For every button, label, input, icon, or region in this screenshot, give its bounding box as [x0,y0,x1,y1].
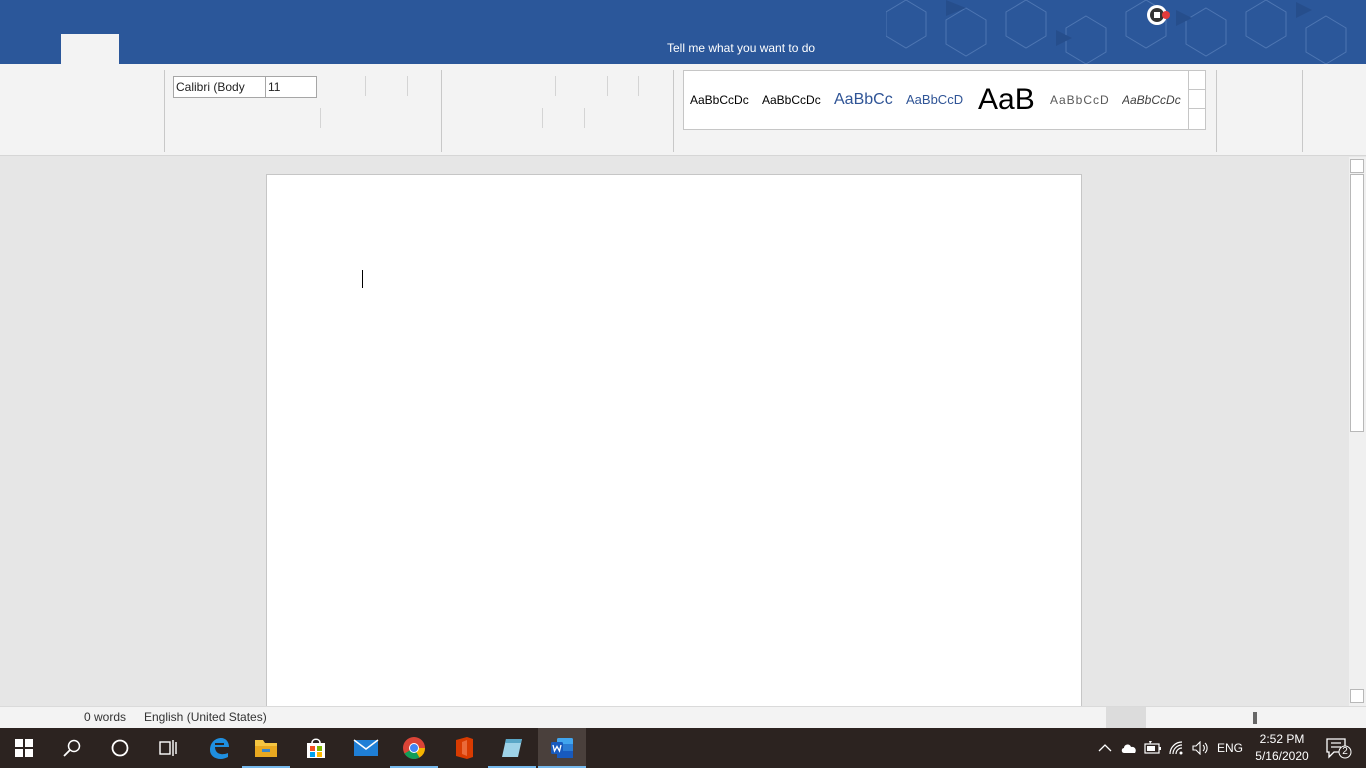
ribbon-divider [607,76,608,96]
font-size-field[interactable]: 11 [265,76,317,98]
style-sample: AaBbCcD [1050,93,1110,107]
search-button[interactable] [48,728,96,768]
edge-app[interactable] [194,728,242,768]
language-indicator[interactable]: English (United States) [144,710,267,724]
task-view-icon [159,740,177,756]
cortana-button[interactable] [96,728,144,768]
word-icon [551,738,573,758]
scroll-down-button[interactable] [1350,689,1364,703]
task-view-button[interactable] [144,728,192,768]
zoom-slider-thumb[interactable] [1253,712,1257,724]
wifi-tray[interactable] [1166,728,1190,768]
ribbon-group-divider [1302,70,1303,152]
cortana-icon [111,739,129,757]
vertical-scrollbar[interactable] [1349,157,1366,706]
notepad-app[interactable] [488,728,536,768]
style-sample: AaBbCcD [906,92,964,107]
ribbon-divider [320,108,321,128]
view-mode-button[interactable] [1106,707,1146,729]
show-hidden-icons-button[interactable] [1094,728,1116,768]
ribbon-divider [365,76,366,96]
style-no-spacing[interactable]: AaBbCcDc [762,71,824,129]
chevron-up-icon [1098,744,1112,752]
speaker-icon [1192,741,1208,755]
style-sample: AaBbCc [834,91,893,108]
tell-me-search[interactable]: Tell me what you want to do [667,41,815,55]
style-sample: AaBbCcDc [762,93,821,107]
word-app[interactable] [538,728,586,768]
gallery-down-button[interactable] [1189,90,1205,109]
store-app[interactable] [292,728,340,768]
style-sample: AaBbCcDc [690,93,749,107]
start-button[interactable] [0,728,48,768]
action-center-button[interactable]: 2 [1318,728,1358,768]
title-bar-pattern [886,0,1347,64]
notification-count: 2 [1342,746,1348,757]
style-title[interactable]: AaB [978,71,1040,129]
style-subtle-emphasis[interactable]: AaBbCcDc [1122,71,1184,129]
status-bar: 0 words English (United States) [0,706,1366,729]
office-icon [456,737,473,759]
ribbon-tab-active[interactable] [61,34,119,64]
clock-time: 2:52 PM [1259,732,1305,746]
ribbon-group-divider [441,70,442,152]
edge-icon [210,738,229,759]
battery-icon [1144,741,1161,754]
style-subtitle[interactable]: AaBbCcD [1050,71,1112,129]
file-explorer-app[interactable] [242,728,290,768]
ribbon-group-divider [164,70,165,152]
search-icon [63,739,81,757]
account-avatar-icon[interactable] [1146,4,1170,26]
chrome-app[interactable] [390,728,438,768]
scroll-up-button[interactable] [1350,159,1364,173]
notepad-icon [502,739,522,757]
store-icon [307,738,325,758]
ribbon-divider [584,108,585,128]
ribbon-divider [542,108,543,128]
document-area [0,157,1366,706]
styles-gallery: AaBbCcDc AaBbCcDc AaBbCc AaBbCcD AaB AaB… [683,70,1206,130]
ribbon-group-divider [1216,70,1217,152]
ribbon-group-divider [673,70,674,152]
mail-icon [353,739,379,756]
ribbon-divider [555,76,556,96]
font-name-field[interactable]: Calibri (Body [173,76,266,98]
office-app[interactable] [440,728,488,768]
text-cursor [362,270,363,288]
volume-tray[interactable] [1190,728,1212,768]
ribbon: Calibri (Body 11 AaBbCcDc AaBbCcDc AaBbC… [0,64,1366,156]
clock-date: 5/16/2020 [1255,749,1309,763]
cloud-icon [1121,744,1136,753]
style-sample: AaBbCcDc [1122,93,1181,107]
scroll-thumb[interactable] [1350,174,1364,432]
gallery-up-button[interactable] [1189,71,1205,90]
battery-tray[interactable] [1142,728,1164,768]
clock[interactable]: 2:52 PM 5/16/2020 [1250,731,1314,765]
mail-app[interactable] [342,728,390,768]
style-normal[interactable]: AaBbCcDc [690,71,752,129]
style-heading-1[interactable]: AaBbCc [834,71,896,129]
styles-gallery-scroll[interactable] [1188,71,1205,129]
style-sample: AaB [978,83,1035,116]
wifi-icon [1169,741,1183,755]
document-page[interactable] [266,174,1082,706]
taskbar: ENG 2:52 PM 5/16/2020 2 [0,728,1366,768]
input-language[interactable]: ENG [1214,728,1246,768]
title-bar: Tell me what you want to do [0,0,1366,64]
word-count[interactable]: 0 words [84,710,126,724]
ribbon-divider [638,76,639,96]
chrome-icon [403,737,425,759]
ribbon-divider [407,76,408,96]
gallery-more-button[interactable] [1189,109,1205,128]
start-icon [15,739,33,757]
file-explorer-icon [255,740,277,757]
onedrive-tray[interactable] [1118,728,1140,768]
style-heading-2[interactable]: AaBbCcD [906,71,968,129]
